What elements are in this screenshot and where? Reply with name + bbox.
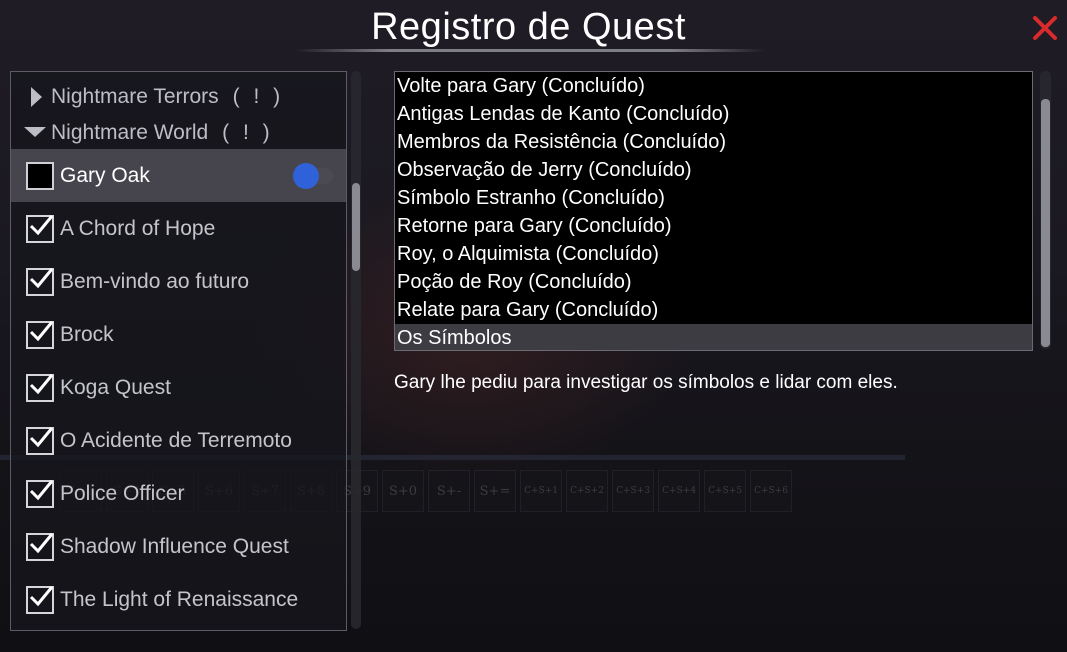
quest-step[interactable]: Antigas Lendas de Kanto (Concluído): [395, 100, 1032, 128]
checkbox-unchecked-icon[interactable]: [26, 161, 54, 190]
hotbar-slot: C+S+5: [704, 470, 746, 512]
checkbox-checked-icon[interactable]: [26, 479, 54, 508]
quest-step[interactable]: Volte para Gary (Concluído): [395, 72, 1032, 100]
hotbar-slot: S+-: [428, 470, 470, 512]
checkmark-icon: [29, 373, 54, 394]
quest-item[interactable]: Police Officer: [11, 467, 346, 520]
hotbar-slot: C+S+4: [658, 470, 700, 512]
scrollbar-thumb[interactable]: [1041, 99, 1050, 347]
group-label: Nightmare Terrors: [51, 85, 219, 108]
quest-steps-list: Volte para Gary (Concluído) Antigas Lenda…: [394, 71, 1033, 351]
quest-label: Brock: [60, 322, 114, 346]
steps-scrollbar[interactable]: [1040, 71, 1051, 349]
window-title: Registro de Quest: [371, 6, 686, 48]
group-alert-flag: ( ! ): [222, 121, 274, 144]
toggle-knob: [293, 162, 319, 189]
quest-step[interactable]: Membros da Resistência (Concluído): [395, 128, 1032, 156]
checkbox-checked-icon[interactable]: [26, 267, 54, 296]
quest-step[interactable]: Roy, o Alquimista (Concluído): [395, 240, 1032, 268]
group-nightmare-world[interactable]: Nightmare World ( ! ): [11, 116, 346, 150]
quest-label: A Chord of Hope: [60, 216, 216, 240]
quest-label: Bem-vindo ao futuro: [60, 269, 250, 293]
hotbar-slot: S+=: [474, 470, 516, 512]
triangle-right-icon: [11, 87, 51, 107]
triangle-down-icon: [11, 123, 51, 143]
quest-step[interactable]: Símbolo Estranho (Concluído): [395, 184, 1032, 212]
quest-label: Gary Oak: [60, 163, 150, 187]
group-nightmare-terrors[interactable]: Nightmare Terrors ( ! ): [11, 80, 346, 114]
quest-item[interactable]: Shadow Influence Quest: [11, 520, 346, 573]
checkbox-checked-icon[interactable]: [26, 214, 54, 243]
quest-label: Shadow Influence Quest: [60, 534, 289, 558]
quest-list-panel: Nightmare Terrors ( ! ) Nightmare World …: [10, 71, 347, 631]
checkmark-icon: [29, 214, 54, 235]
checkbox-checked-icon[interactable]: [26, 373, 54, 402]
quest-item[interactable]: Bem-vindo ao futuro: [11, 255, 346, 308]
close-icon: [1033, 16, 1057, 40]
close-button[interactable]: [1031, 14, 1059, 42]
hotbar-slot: C+S+2: [566, 470, 608, 512]
checkmark-icon: [29, 426, 54, 447]
scrollbar-thumb[interactable]: [352, 183, 360, 271]
quest-step[interactable]: Observação de Jerry (Concluído): [395, 156, 1032, 184]
quest-description: Gary lhe pediu para investigar os símbol…: [394, 372, 898, 393]
hotbar-slot: C+S+3: [612, 470, 654, 512]
quest-step[interactable]: Os Símbolos: [395, 324, 1032, 350]
quest-step[interactable]: Relate para Gary (Concluído): [395, 296, 1032, 324]
quest-item[interactable]: O Acidente de Terremoto: [11, 414, 346, 467]
checkmark-icon: [29, 320, 54, 341]
quest-list-scrollbar[interactable]: [351, 71, 361, 629]
tracking-toggle[interactable]: [293, 162, 333, 189]
quest-item[interactable]: Gary Oak: [11, 149, 346, 202]
title-underline: [295, 49, 765, 52]
quest-label: Koga Quest: [60, 375, 171, 399]
quest-step[interactable]: Retorne para Gary (Concluído): [395, 212, 1032, 240]
checkbox-checked-icon[interactable]: [26, 532, 54, 561]
checkbox-checked-icon[interactable]: [26, 320, 54, 349]
quest-item[interactable]: The Light of Renaissance: [11, 573, 346, 626]
checkbox-checked-icon[interactable]: [26, 426, 54, 455]
hotbar-slot: S+0: [382, 470, 424, 512]
quest-item[interactable]: Brock: [11, 308, 346, 361]
checkmark-icon: [29, 585, 54, 606]
hotbar-slot: C+S+1: [520, 470, 562, 512]
checkbox-checked-icon[interactable]: [26, 585, 54, 614]
quest-label: Police Officer: [60, 481, 185, 505]
checkmark-icon: [29, 267, 54, 288]
group-label: Nightmare World: [51, 121, 209, 144]
group-alert-flag: ( ! ): [232, 85, 285, 108]
checkmark-icon: [29, 479, 54, 500]
checkmark-icon: [29, 532, 54, 553]
hotbar-slot: C+S+6: [750, 470, 792, 512]
quest-step[interactable]: Poção de Roy (Concluído): [395, 268, 1032, 296]
quest-item[interactable]: Koga Quest: [11, 361, 346, 414]
quest-item[interactable]: A Chord of Hope: [11, 202, 346, 255]
quest-label: O Acidente de Terremoto: [60, 428, 292, 452]
quest-label: The Light of Renaissance: [60, 587, 299, 611]
